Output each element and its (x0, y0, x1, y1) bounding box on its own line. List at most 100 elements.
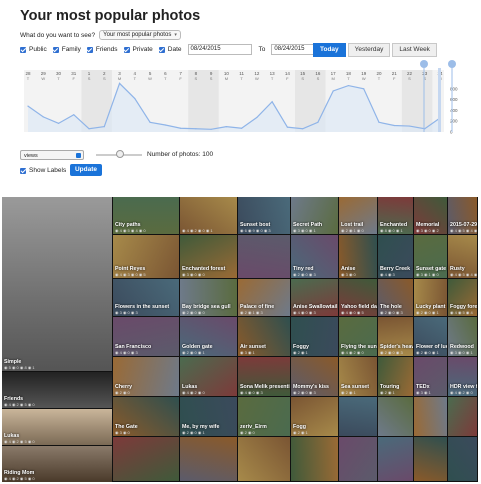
photo-tile[interactable]: Palace of fine ◉ 2 ◉ 1 ◉ 3 (238, 279, 290, 316)
date-from-input[interactable]: 08/24/2015 (187, 44, 252, 55)
photo-tile[interactable]: Simple ◉ 5 ◉ 0 ◉ 8 ◉ 1 (2, 197, 112, 371)
photo-tile[interactable]: Lost trail ◉ 2 ◉ 1 ◉ 0 (339, 197, 377, 234)
data-point (195, 128, 197, 130)
photo-tile[interactable]: Sona Melik presenting◉ 4 ◉ 0 ◉ 3 (238, 357, 290, 396)
public-checkbox[interactable] (20, 46, 26, 53)
photo-tile[interactable]: Anise Swallowtail ◉ 4 ◉ 0 ◉ 3 (291, 279, 338, 316)
last-week-button[interactable]: Last Week (392, 43, 437, 57)
photo-tile[interactable] (378, 397, 413, 436)
photo-tile[interactable]: Redwood ◉ 3 ◉ 0 ◉ 1 (448, 317, 477, 356)
photo-tile[interactable]: Golden gate ◉ 2 ◉ 0 ◉ 1 (180, 317, 237, 356)
data-point (393, 124, 395, 127)
photo-stats: ◉ 4 ◉ 0 ◉ 3 (240, 390, 263, 395)
data-point (363, 88, 365, 90)
metric-select[interactable]: views (20, 150, 84, 160)
photo-tile[interactable] (339, 437, 377, 481)
photo-tile[interactable]: Bay bridge sea gull ◉ 2 ◉ 0 ◉ 0 (180, 279, 237, 316)
photo-tile[interactable]: Lukas ◉ 4 ◉ 2 ◉ 0 (180, 357, 237, 396)
photo-stats: ◉ 5 ◉ 0 ◉ 8 ◉ 1 (4, 365, 35, 370)
photo-tile[interactable]: Touring ◉ 2 ◉ 1 (378, 357, 413, 396)
x-weekday-label: W (362, 76, 366, 81)
photo-tile[interactable]: Sea sunset ◉ 2 ◉ 1 (339, 357, 377, 396)
photo-tile[interactable]: Rusty◉ 4 ◉ 5 ◉ 4 ◉ 0 (448, 235, 477, 278)
photo-tile[interactable]: Sunset bost ◉ 6 ◉ 9 ◉ 0 ◉ 3 (238, 197, 290, 234)
photo-tile[interactable]: Riding Mom ◉ 4 ◉ 2 ◉ 5 ◉ 0 (2, 446, 112, 482)
photo-tile[interactable]: Foggy ◉ 2 ◉ 1 (291, 317, 338, 356)
data-point (271, 101, 273, 103)
family-checkbox[interactable] (52, 46, 59, 53)
photo-tile[interactable]: Me, by my wife ◉ 2 ◉ 0 ◉ 1 (180, 397, 237, 436)
query-select[interactable]: Your most popular photos ▾ (99, 30, 181, 40)
photo-count-slider-handle[interactable] (116, 150, 124, 158)
photo-stats: ◉ 4 ◉ 2 ◉ 0 (182, 390, 205, 395)
photo-tile[interactable]: Flying the sunset◉ 4 ◉ 2 ◉ 0 (339, 317, 377, 356)
photo-tile[interactable] (238, 235, 290, 278)
photo-tile[interactable]: Friends ◉ 4 ◉ 2 ◉ 5 ◉ 0 (2, 372, 112, 408)
photo-stats: ◉ 2 ◉ 0 ◉ 1 (182, 430, 205, 435)
photo-stats: ◉ 2 ◉ 1 ◉ 0 (341, 228, 364, 233)
photo-tile[interactable]: Lucky plant ◉ 2 ◉ 0 ◉ 1 (414, 279, 447, 316)
photo-tile[interactable] (291, 437, 338, 481)
update-button[interactable]: Update (70, 164, 102, 176)
photo-tile[interactable]: Memorial ◉ 3 ◉ 0 ◉ 2 (414, 197, 447, 234)
photo-tile[interactable]: Foggy forest◉ 4 ◉ 5 ◉ 4 (448, 279, 477, 316)
photo-tile[interactable]: ◉ 4 ◉ 2 ◉ 0 ◉ 1 (180, 197, 237, 234)
photo-tile[interactable]: City paths ◉ 4 ◉ 5 ◉ 4 ◉ 0 (113, 197, 179, 234)
private-checkbox[interactable] (123, 46, 130, 53)
photo-tile[interactable]: Lukas ◉ 4 ◉ 2 ◉ 5 ◉ 0 (2, 409, 112, 445)
photo-stats: ◉ 3 ◉ 1 (240, 350, 255, 355)
photo-tile[interactable]: Yahoo field day ◉ 4 ◉ 0 ◉ 5 (339, 279, 377, 316)
date-checkbox[interactable] (158, 46, 165, 53)
photo-tile[interactable]: Mommy's kiss ◉ 2 ◉ 0 ◉ 3 (291, 357, 338, 396)
photo-stats: ◉ 2 ◉ 0 ◉ 3 (380, 310, 403, 315)
photo-stats: ◉ 2 ◉ 0 ◉ 3 (380, 350, 403, 355)
show-labels-checkbox[interactable] (20, 167, 26, 174)
photo-tile[interactable]: Enchanted ◉ 8 ◉ 0 ◉ 1 (378, 197, 413, 234)
photo-tile[interactable]: San Francisco ◉ 4 ◉ 0 ◉ 3 (113, 317, 179, 356)
photo-tile[interactable]: zeriv_Eirm ◉ 2 ◉ 0 (238, 397, 290, 436)
photo-tile[interactable]: Berry Creek ◉ 4 ◉ 3 (378, 235, 413, 278)
photo-stats: ◉ 4 ◉ 2 ◉ 5 ◉ 0 (4, 402, 35, 407)
photo-tile[interactable]: Point Reyes ◉ 4 ◉ 3 ◉ 0 ◉ 5 (113, 235, 179, 278)
photo-tile[interactable] (448, 397, 477, 436)
range-handle-bar (438, 68, 441, 132)
photo-tile[interactable] (414, 397, 447, 436)
photo-stats: ◉ 4 ◉ 5 ◉ 4 ◉ 0 (450, 272, 477, 277)
views-chart[interactable]: 28T29W30T31F1S2S3M4T5W6T7F8S9S10M11T12W1… (20, 60, 461, 170)
photo-tile[interactable]: Flowers in the sunset ◉ 3 ◉ 0 ◉ 3 (113, 279, 179, 316)
photo-tile[interactable]: Anise ◉ 3 ◉ 0 (339, 235, 377, 278)
photo-tile[interactable]: Enchanted forest ◉ 3 ◉ 0 ◉ 0 (180, 235, 237, 278)
photo-tile[interactable]: The hole ◉ 2 ◉ 0 ◉ 3 (378, 279, 413, 316)
photo-tile[interactable]: HDR view from @YahooHQ◉ 4 ◉ 2 ◉ 0 (448, 357, 477, 396)
photo-tile[interactable]: Secret Path ◉ 3 ◉ 0 ◉ 1 (291, 197, 338, 234)
yesterday-button[interactable]: Yesterday (347, 43, 391, 57)
photo-tile[interactable]: Sunset gate ◉ 3 ◉ 1 ◉ 0 (414, 235, 447, 278)
chevron-down-icon: ▾ (174, 32, 177, 38)
friends-checkbox[interactable] (86, 46, 93, 53)
photo-tile[interactable] (378, 437, 413, 481)
photo-tile[interactable] (238, 437, 290, 481)
today-button[interactable]: Today (313, 43, 346, 57)
photo-tile[interactable] (448, 437, 477, 481)
photo-tile[interactable]: Flower of luck◉ 2 ◉ 0 ◉ 1 (414, 317, 447, 356)
photo-tile[interactable] (414, 437, 447, 481)
photo-tile[interactable]: Tiny red ◉ 2 ◉ 0 ◉ 3 (291, 235, 338, 278)
photo-stats: ◉ 3 ◉ 0 ◉ 1 (293, 228, 316, 233)
photo-tile[interactable]: The Gate ◉ 3 ◉ 0 (113, 397, 179, 436)
data-point (210, 128, 212, 130)
photo-tile[interactable] (113, 437, 179, 481)
photo-tile[interactable]: 2015-07-29_05-37-26◉ 4 ◉ 5 ◉ 4 ◉ 0 (448, 197, 477, 234)
photo-tile[interactable]: TEDx ◉ 3 ◉ 1 (414, 357, 447, 396)
y-tick-label: 800 (450, 86, 458, 91)
photo-tile[interactable]: Spider's heaven◉ 2 ◉ 0 ◉ 3 (378, 317, 413, 356)
photo-tile[interactable]: Cherry ◉ 2 ◉ 0 (113, 357, 179, 396)
photo-tile[interactable] (339, 397, 377, 436)
photo-tile[interactable]: Fogg ◉ 2 ◉ 1 (291, 397, 338, 436)
data-point (241, 127, 243, 129)
photo-tile[interactable]: Air sunset ◉ 3 ◉ 1 (238, 317, 290, 356)
x-weekday-label: M (118, 76, 121, 81)
photo-tile[interactable] (180, 437, 237, 481)
friends-label: Friends (95, 46, 118, 53)
photo-stats: ◉ 4 ◉ 2 ◉ 0 (450, 390, 473, 395)
photo-count-label: Number of photos: 100 (147, 151, 214, 158)
